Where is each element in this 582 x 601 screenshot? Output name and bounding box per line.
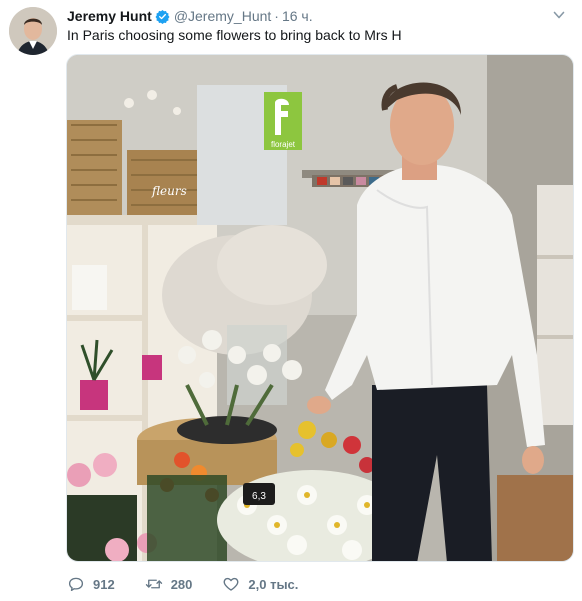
author-name[interactable]: Jeremy Hunt [67, 7, 152, 25]
tweet-actions: 912 280 2,0 тыс. [67, 572, 328, 596]
author-handle[interactable]: @Jeremy_Hunt [174, 7, 271, 25]
avatar-image [9, 7, 57, 55]
shelf-sign-text: fleurs [151, 184, 187, 198]
chevron-down-icon[interactable] [552, 8, 566, 22]
reply-icon [68, 577, 84, 592]
florajet-sign-text: florajet [271, 140, 296, 149]
tweet-timestamp[interactable]: 16 ч. [282, 7, 313, 25]
like-heart-icon [223, 577, 239, 591]
verified-badge-icon [155, 9, 170, 24]
retweet-icon [145, 579, 162, 589]
reply-button[interactable]: 912 [67, 575, 115, 593]
tweet[interactable]: Jeremy Hunt @Jeremy_Hunt · 16 ч. In Pari… [0, 0, 582, 601]
tweet-header: Jeremy Hunt @Jeremy_Hunt · 16 ч. [67, 7, 313, 25]
like-count: 2,0 тыс. [248, 576, 299, 592]
like-button[interactable]: 2,0 тыс. [222, 575, 298, 593]
tweet-text: In Paris choosing some flowers to bring … [67, 27, 402, 43]
separator-dot: · [274, 8, 279, 24]
reply-count: 912 [93, 576, 115, 592]
photo-flower-shop: florajet fleurs 6,3 [67, 55, 573, 561]
retweet-count: 280 [170, 576, 193, 592]
retweet-button[interactable]: 280 [145, 575, 193, 593]
avatar[interactable] [9, 7, 57, 55]
tweet-photo[interactable]: florajet fleurs 6,3 [66, 54, 574, 562]
price-tag-text: 6,3 [252, 491, 266, 502]
